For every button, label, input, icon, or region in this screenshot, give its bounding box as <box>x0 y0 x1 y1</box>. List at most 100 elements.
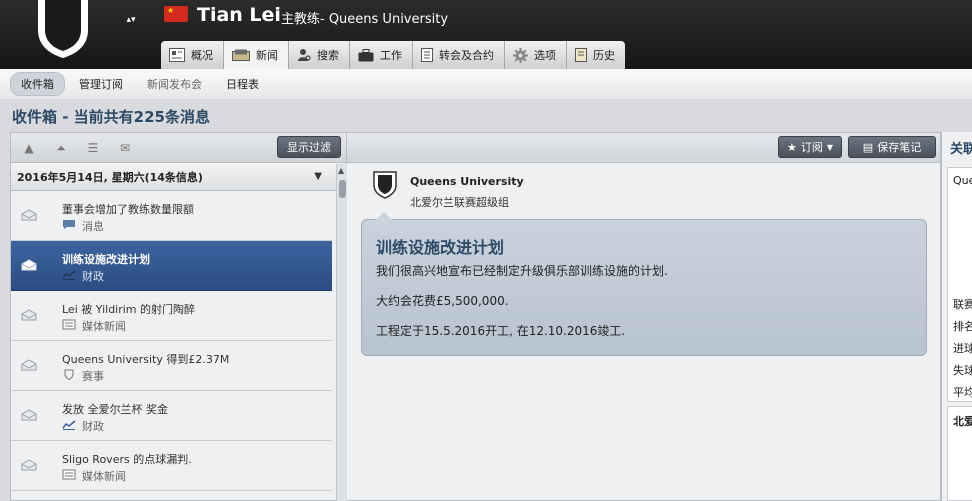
tab-jobs[interactable]: 工作 <box>350 41 413 69</box>
message-category: 消息 <box>82 220 104 233</box>
tab-search-label: 搜索 <box>317 49 339 62</box>
message-title: 训练设施改进计划 <box>376 238 505 257</box>
move-top-icon[interactable]: ⏶ <box>53 141 69 155</box>
newspaper-icon <box>62 469 76 480</box>
contract-icon <box>421 48 433 62</box>
scroll-thumb[interactable] <box>339 180 346 198</box>
envelope-read-icon <box>21 409 37 421</box>
date-group-header[interactable]: 2016年5月14日, 星期六(14条信息) ▼ <box>11 163 336 191</box>
message-subject: Lei 被 Yildirim 的射门陶醉 <box>62 303 196 316</box>
note-icon: ▤ <box>862 140 874 154</box>
manager-name[interactable]: Tian Lei <box>197 4 281 26</box>
finance-chart-icon <box>62 270 76 280</box>
inbox-subnav: 收件箱 管理订阅 新闻发布会 日程表 <box>0 69 972 99</box>
related-club-name[interactable]: Quee <box>953 174 972 187</box>
tab-options-label: 选项 <box>534 49 556 62</box>
message-item-selected[interactable]: 训练设施改进计划 财政 <box>11 241 332 291</box>
subscribe-button[interactable]: ★ 订阅 ▼ <box>778 136 842 158</box>
move-up-icon[interactable]: ▲ <box>21 141 37 155</box>
top-bar: ▴▾ ★ Tian Lei 主教练- Queens University 概况 … <box>0 0 972 69</box>
club-crest-icon[interactable] <box>36 0 90 58</box>
finance-chart-icon <box>62 420 76 430</box>
newspaper-icon <box>62 319 76 330</box>
message-item[interactable]: 发放 全爱尔兰杯 奖金 财政 <box>11 391 332 441</box>
message-item[interactable]: Lei 被 Yildirim 的射门陶醉 媒体新闻 <box>11 291 332 341</box>
message-subject: Sligo Rovers 的点球漏判. <box>62 453 192 466</box>
page-title: 收件箱 - 当前共有225条消息 <box>12 108 210 126</box>
message-category: 赛事 <box>82 370 104 383</box>
message-category: 财政 <box>82 420 104 433</box>
overview-icon <box>169 48 185 62</box>
related-league-name[interactable]: 北爱 <box>953 413 972 429</box>
scroll-up-icon[interactable]: ▲ <box>338 166 344 175</box>
search-person-icon <box>298 49 311 61</box>
main-tabs: 概况 新闻 搜索 工作 转会及合约 选项 历史 <box>161 41 625 69</box>
message-line: 我们很高兴地宣布已经制定升级俱乐部训练设施的计划. <box>376 264 668 278</box>
stat-label: 失球 <box>953 364 972 377</box>
speech-bubble-icon <box>63 220 75 229</box>
tab-jobs-label: 工作 <box>380 49 402 62</box>
collapse-arrow-icon[interactable]: ▼ <box>314 171 322 182</box>
date-group-label: 2016年5月14日, 星期六(14条信息) <box>17 170 203 184</box>
sender-crest-icon[interactable] <box>373 171 397 199</box>
message-subject: 董事会增加了教练数量限额 <box>62 203 194 216</box>
tab-news-label: 新闻 <box>256 49 278 62</box>
star-icon: ★ <box>786 140 797 154</box>
list-view-icon[interactable]: ☰ <box>85 141 101 155</box>
envelope-read-icon <box>21 209 37 221</box>
shield-icon <box>64 369 74 380</box>
subnav-manage-subscriptions[interactable]: 管理订阅 <box>69 73 133 95</box>
tab-news[interactable]: 新闻 <box>224 41 289 69</box>
subnav-press-conference[interactable]: 新闻发布会 <box>137 73 212 95</box>
show-filter-button[interactable]: 显示过滤 <box>277 136 341 158</box>
china-flag-icon: ★ <box>164 6 188 22</box>
related-header: 关联 <box>950 142 972 157</box>
message-subject: 训练设施改进计划 <box>62 253 150 266</box>
stat-label: 进球 <box>953 342 972 355</box>
message-category: 媒体新闻 <box>82 470 126 483</box>
message-list-pane: ▲ ⏶ ☰ ✉ 显示过滤 2016年5月14日, 星期六(14条信息) ▼ ▲ … <box>10 132 347 501</box>
related-club-box: Quee 联赛 排名 进球 失球 平均 <box>947 167 972 402</box>
news-icon <box>232 49 250 61</box>
tab-overview[interactable]: 概况 <box>161 41 224 69</box>
message-body: 训练设施改进计划 我们很高兴地宣布已经制定升级俱乐部训练设施的计划. 大约会花费… <box>361 212 927 356</box>
stat-label: 平均 <box>953 386 972 399</box>
tab-history[interactable]: 历史 <box>567 41 625 69</box>
briefcase-icon <box>358 48 374 61</box>
subnav-schedule[interactable]: 日程表 <box>216 73 269 95</box>
save-note-label: 保存笔记 <box>877 141 922 154</box>
history-icon <box>575 48 587 62</box>
message-detail-pane: ★ 订阅 ▼ ▤ 保存笔记 Queens University 北爱尔兰联赛超级… <box>347 132 941 501</box>
message-item[interactable]: 董事会增加了教练数量限额 消息 <box>11 191 332 241</box>
club-switch-arrows[interactable]: ▴▾ <box>124 14 138 40</box>
manager-role: 主教练- Queens University <box>281 12 449 27</box>
tab-transfers[interactable]: 转会及合约 <box>413 41 505 69</box>
message-item[interactable]: Sligo Rovers 的点球漏判. 媒体新闻 <box>11 441 332 491</box>
stat-label: 排名 <box>953 320 972 333</box>
stat-label: 联赛 <box>953 298 972 311</box>
tab-transfers-label: 转会及合约 <box>439 49 494 62</box>
message-line: 工程定于15.5.2016开工, 在12.10.2016竣工. <box>376 324 626 338</box>
envelope-read-icon <box>21 459 37 471</box>
related-league-box: 北爱 <box>947 406 972 501</box>
sender-league[interactable]: 北爱尔兰联赛超级组 <box>410 194 509 210</box>
tab-search[interactable]: 搜索 <box>289 41 350 69</box>
message-subject: Queens University 得到£2.37M <box>62 353 230 366</box>
message-item[interactable]: Queens University 得到£2.37M 赛事 <box>11 341 332 391</box>
envelope-read-icon <box>21 259 37 271</box>
message-list-scrollbar[interactable]: ▲ <box>336 164 347 501</box>
save-note-button[interactable]: ▤ 保存笔记 <box>848 136 936 158</box>
sender-name[interactable]: Queens University <box>410 175 524 188</box>
envelope-read-icon <box>21 359 37 371</box>
tab-options[interactable]: 选项 <box>505 41 567 69</box>
detail-toolbar: ★ 订阅 ▼ ▤ 保存笔记 <box>347 133 940 163</box>
tab-history-label: 历史 <box>593 49 615 62</box>
tab-overview-label: 概况 <box>191 49 213 62</box>
subnav-inbox[interactable]: 收件箱 <box>10 72 65 96</box>
related-pane: 关联 Quee 联赛 排名 进球 失球 平均 北爱 <box>941 132 972 501</box>
mail-icon[interactable]: ✉ <box>117 141 133 155</box>
gear-icon <box>513 47 528 63</box>
bubble-tail <box>376 212 392 220</box>
chevron-down-icon: ▼ <box>826 142 834 152</box>
subscribe-label: 订阅 <box>800 141 823 154</box>
